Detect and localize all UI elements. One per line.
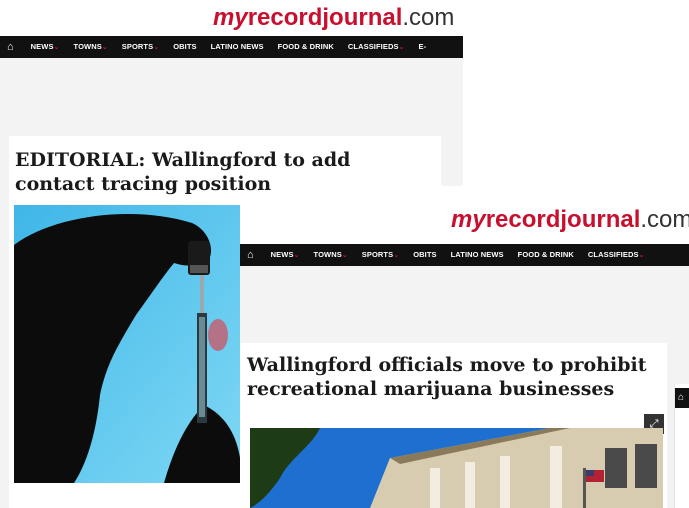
nav-item-food-drink[interactable]: FOOD & DRINK (511, 244, 581, 266)
chevron-down-icon: ⌄ (293, 251, 300, 259)
home-icon[interactable]: ⌂ (240, 244, 264, 266)
chevron-down-icon: ⌄ (53, 43, 60, 51)
chevron-down-icon: ⌄ (638, 251, 645, 259)
syringe-vial-photo[interactable] (14, 205, 242, 483)
chevron-down-icon: ⌄ (393, 251, 400, 259)
nav-item-news[interactable]: NEWS⌄ (24, 36, 67, 59)
nav-item-obits[interactable]: OBITS (166, 36, 203, 58)
nav-item-towns[interactable]: TOWNS⌄ (307, 244, 355, 267)
home-icon[interactable]: ⌂ (678, 391, 684, 405)
nav-item-classifieds[interactable]: CLASSIFIEDS⌄ (581, 244, 652, 267)
nav-item-sports[interactable]: SPORTS⌄ (115, 36, 166, 59)
nav-item-latino-news[interactable]: LATINO NEWS (444, 244, 511, 266)
main-nav: ⌂ (675, 388, 689, 408)
screenshot-partial: ⌂ (674, 384, 689, 508)
nav-item-towns[interactable]: TOWNS⌄ (67, 36, 115, 59)
ad-banner-area (0, 58, 463, 136)
sidebar-gap (441, 136, 463, 186)
nav-item-classifieds[interactable]: CLASSIFIEDS⌄ (341, 36, 412, 59)
nav-item-news[interactable]: NEWS⌄ (264, 244, 307, 267)
chevron-down-icon: ⌄ (398, 43, 405, 51)
nav-item-food-drink[interactable]: FOOD & DRINK (271, 36, 341, 58)
site-logo[interactable]: myrecordjournal.com (213, 4, 454, 32)
screenshot-marijuana: myrecordjournal.com ⌂ NEWS⌄ TOWNS⌄ SPORT… (240, 198, 689, 508)
article-headline[interactable]: Wallingford officials move to prohibit r… (247, 353, 662, 401)
site-header: myrecordjournal.com (240, 198, 689, 244)
nav-item-e-edition[interactable]: E- (412, 36, 434, 58)
page-gutter (0, 136, 9, 508)
nav-item-latino-news[interactable]: LATINO NEWS (204, 36, 271, 58)
main-nav: ⌂ NEWS⌄ TOWNS⌄ SPORTS⌄ OBITS LATINO NEWS… (0, 36, 463, 58)
article-headline[interactable]: EDITORIAL: Wallingford to add contact tr… (15, 148, 435, 196)
main-nav: ⌂ NEWS⌄ TOWNS⌄ SPORTS⌄ OBITS LATINO NEWS… (240, 244, 689, 266)
site-logo[interactable]: myrecordjournal.com (451, 206, 689, 234)
chevron-down-icon: ⌄ (101, 43, 108, 51)
home-icon[interactable]: ⌂ (0, 36, 24, 58)
town-hall-building-photo[interactable] (250, 428, 663, 508)
chevron-down-icon: ⌄ (341, 251, 348, 259)
article-card: Wallingford officials move to prohibit r… (240, 343, 667, 508)
chevron-down-icon: ⌄ (153, 43, 160, 51)
nav-item-obits[interactable]: OBITS (406, 244, 443, 266)
nav-item-sports[interactable]: SPORTS⌄ (355, 244, 406, 267)
